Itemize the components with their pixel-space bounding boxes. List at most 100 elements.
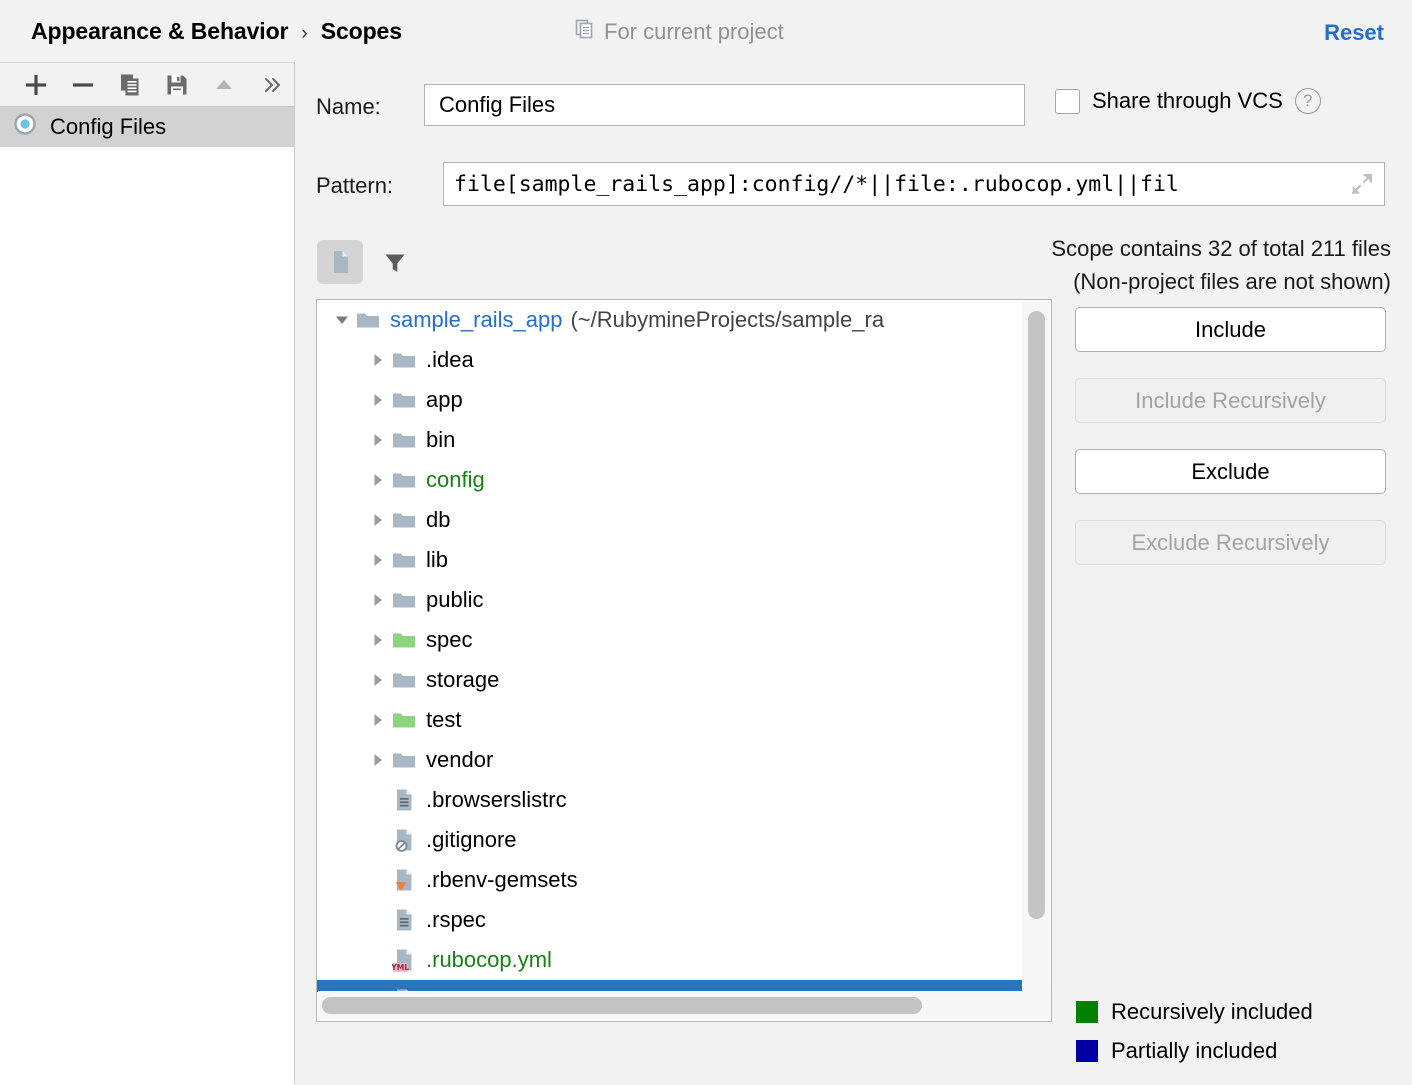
scopes-list: Config Files bbox=[0, 107, 294, 1085]
folder-icon bbox=[391, 547, 417, 573]
folder-icon bbox=[391, 747, 417, 773]
tree-row[interactable]: vendor bbox=[317, 740, 1023, 780]
chevron-right-icon[interactable] bbox=[365, 430, 391, 450]
tree-color-legend: Recursively included Partially included bbox=[1076, 999, 1313, 1064]
scope-name-input[interactable]: Config Files bbox=[424, 84, 1025, 126]
tree-row[interactable]: test bbox=[317, 700, 1023, 740]
chevron-right-icon[interactable] bbox=[365, 670, 391, 690]
chevron-right-icon[interactable] bbox=[365, 630, 391, 650]
tree-row[interactable]: bin bbox=[317, 420, 1023, 460]
scopes-sidebar: Config Files bbox=[0, 62, 295, 1084]
folder-icon bbox=[355, 307, 381, 333]
tree-node-label: db bbox=[426, 507, 450, 533]
tree-node-label: vendor bbox=[426, 747, 493, 773]
chevron-right-icon[interactable] bbox=[365, 390, 391, 410]
tree-row[interactable]: spec bbox=[317, 620, 1023, 660]
folder-icon bbox=[391, 387, 417, 413]
tree-vertical-scrollbar[interactable] bbox=[1022, 301, 1050, 993]
tree-node-label: storage bbox=[426, 667, 499, 693]
tree-node-label: public bbox=[426, 587, 483, 613]
folder-icon bbox=[391, 707, 417, 733]
folder-icon bbox=[391, 507, 417, 533]
legend-label: Partially included bbox=[1111, 1038, 1277, 1064]
show-files-toggle-button[interactable] bbox=[317, 240, 363, 284]
scope-file-tree-panel: sample_rails_app(~/RubymineProjects/samp… bbox=[316, 299, 1052, 1022]
legend-row: Partially included bbox=[1076, 1038, 1313, 1064]
breadcrumb-item-scopes[interactable]: Scopes bbox=[321, 18, 402, 45]
legend-color-swatch bbox=[1076, 1001, 1098, 1023]
help-question-icon[interactable]: ? bbox=[1295, 88, 1321, 114]
tree-row[interactable]: .gitignore bbox=[317, 820, 1023, 860]
chevron-right-icon[interactable] bbox=[365, 750, 391, 770]
legend-row: Recursively included bbox=[1076, 999, 1313, 1025]
filter-funnel-icon-button[interactable] bbox=[373, 240, 417, 284]
tree-node-label: sample_rails_app bbox=[390, 307, 562, 333]
chevron-right-icon[interactable] bbox=[365, 350, 391, 370]
tree-node-label: app bbox=[426, 387, 463, 413]
tree-row[interactable]: db bbox=[317, 500, 1023, 540]
folder-icon bbox=[391, 627, 417, 653]
tree-toolbar bbox=[317, 240, 417, 284]
folder-icon bbox=[391, 667, 417, 693]
scope-editor-panel: Name: Config Files Share through VCS ? P… bbox=[295, 62, 1412, 1084]
move-up-button[interactable] bbox=[200, 65, 247, 105]
tree-row[interactable]: lib bbox=[317, 540, 1023, 580]
share-through-vcs-control: Share through VCS ? bbox=[1055, 88, 1321, 114]
scope-info-line-1: Scope contains 32 of total 211 files bbox=[1051, 232, 1391, 265]
tree-vertical-scrollbar-thumb[interactable] bbox=[1028, 311, 1045, 919]
add-scope-button[interactable] bbox=[12, 65, 59, 105]
remove-scope-button[interactable] bbox=[59, 65, 106, 105]
chevron-right-icon[interactable] bbox=[365, 550, 391, 570]
text-file-icon bbox=[391, 787, 417, 813]
chevron-right-icon[interactable] bbox=[365, 510, 391, 530]
tree-horizontal-scrollbar[interactable] bbox=[318, 991, 1051, 1020]
tree-horizontal-scrollbar-thumb[interactable] bbox=[322, 997, 922, 1014]
scope-pattern-value: file[sample_rails_app]:config//*||file:.… bbox=[444, 172, 1340, 197]
tree-node-label: spec bbox=[426, 627, 472, 653]
share-through-vcs-label: Share through VCS bbox=[1092, 88, 1283, 114]
tree-node-label: .idea bbox=[426, 347, 474, 373]
sidebar-item-config-files[interactable]: Config Files bbox=[0, 107, 294, 147]
settings-header: Appearance & Behavior › Scopes For curre… bbox=[0, 0, 1412, 62]
save-scope-button[interactable] bbox=[153, 65, 200, 105]
sidebar-item-label: Config Files bbox=[50, 114, 166, 140]
tree-row[interactable]: config bbox=[317, 460, 1023, 500]
folder-icon bbox=[391, 347, 417, 373]
reset-button[interactable]: Reset bbox=[1324, 20, 1384, 46]
tree-row[interactable]: .idea bbox=[317, 340, 1023, 380]
chevron-right-icon[interactable] bbox=[365, 710, 391, 730]
include-button[interactable]: Include bbox=[1075, 307, 1386, 352]
chevron-right-icon[interactable] bbox=[365, 590, 391, 610]
tree-node-label: .gitignore bbox=[426, 827, 517, 853]
legend-color-swatch bbox=[1076, 1040, 1098, 1062]
tree-row[interactable]: .rspec bbox=[317, 900, 1023, 940]
exclude-button[interactable]: Exclude bbox=[1075, 449, 1386, 494]
tree-row[interactable]: storage bbox=[317, 660, 1023, 700]
svg-text:YML: YML bbox=[392, 963, 409, 972]
chevron-right-icon[interactable] bbox=[365, 470, 391, 490]
tree-row[interactable]: .browserslistrc bbox=[317, 780, 1023, 820]
share-through-vcs-checkbox[interactable] bbox=[1055, 89, 1080, 114]
breadcrumb-separator-icon: › bbox=[301, 23, 307, 45]
legend-label: Recursively included bbox=[1111, 999, 1313, 1025]
scopes-toolbar bbox=[0, 63, 294, 107]
include-recursively-button: Include Recursively bbox=[1075, 378, 1386, 423]
scope-pattern-input[interactable]: file[sample_rails_app]:config//*||file:.… bbox=[443, 162, 1385, 206]
chevron-down-icon[interactable] bbox=[329, 310, 355, 330]
tree-row[interactable]: public bbox=[317, 580, 1023, 620]
gitignore-file-icon bbox=[391, 827, 417, 853]
folder-icon bbox=[391, 467, 417, 493]
tree-row[interactable]: sample_rails_app(~/RubymineProjects/samp… bbox=[317, 300, 1023, 340]
tree-row[interactable]: app bbox=[317, 380, 1023, 420]
breadcrumb: Appearance & Behavior › Scopes bbox=[31, 18, 402, 45]
copy-scope-button[interactable] bbox=[106, 65, 153, 105]
expand-diagonal-icon[interactable] bbox=[1340, 171, 1384, 197]
include-exclude-buttons: IncludeInclude RecursivelyExcludeExclude… bbox=[1075, 307, 1386, 565]
tree-row[interactable]: YML .rubocop.yml bbox=[317, 940, 1023, 980]
more-options-button[interactable] bbox=[247, 65, 294, 105]
scope-file-tree[interactable]: sample_rails_app(~/RubymineProjects/samp… bbox=[317, 300, 1023, 992]
breadcrumb-item-appearance-behavior[interactable]: Appearance & Behavior bbox=[31, 18, 288, 45]
tree-row[interactable]: .rbenv-gemsets bbox=[317, 860, 1023, 900]
for-current-project-label: For current project bbox=[604, 19, 784, 45]
tree-node-label: .rubocop.yml bbox=[426, 947, 552, 973]
